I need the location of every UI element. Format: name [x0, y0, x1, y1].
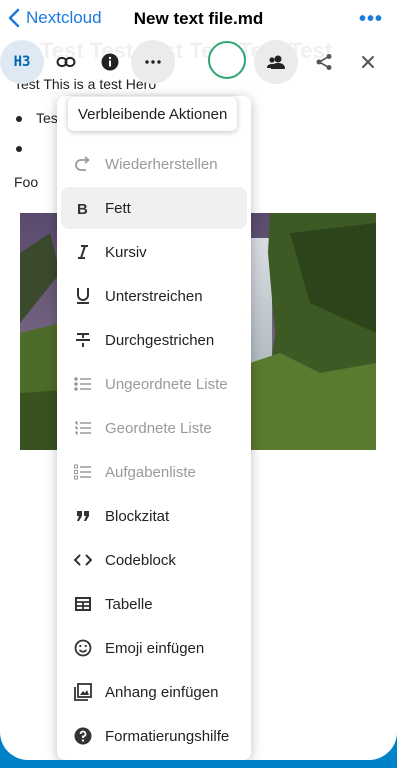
- bullet-list-icon: [61, 376, 105, 392]
- remaining-actions-tooltip: Verbleibende Aktionen: [68, 97, 238, 131]
- menu-item-help[interactable]: Formatierungshilfe: [61, 715, 247, 757]
- nav-bar: Nextcloud New text file.md •••: [0, 0, 397, 40]
- code-icon: [61, 553, 105, 567]
- menu-item-label: Durchgestrichen: [105, 331, 215, 349]
- menu-item-label: Kursiv: [105, 243, 147, 261]
- menu-item-label: Ungeordnete Liste: [105, 375, 228, 393]
- menu-item-bold[interactable]: B Fett: [61, 187, 247, 229]
- menu-item-code[interactable]: Codeblock: [61, 539, 247, 581]
- close-button[interactable]: [346, 40, 390, 84]
- menu-item-underline[interactable]: Unterstreichen: [61, 275, 247, 317]
- svg-text:B: B: [77, 201, 88, 216]
- menu-item-label: Unterstreichen: [105, 287, 203, 305]
- redo-icon: [61, 156, 105, 172]
- list-item: [16, 140, 36, 156]
- list-item-text: Tes: [36, 110, 58, 126]
- strikethrough-icon: [61, 332, 105, 348]
- menu-item-label: Aufgabenliste: [105, 463, 196, 481]
- bullet-dot: [16, 116, 22, 123]
- heading-button[interactable]: H3: [0, 40, 44, 84]
- editor-toolbar: H3: [0, 40, 397, 84]
- bullet-dot: [16, 146, 22, 153]
- image-icon: [61, 683, 105, 701]
- more-options-button[interactable]: •••: [359, 8, 383, 31]
- close-icon: [362, 56, 374, 68]
- list-item: Tes: [16, 110, 58, 126]
- editor-screen: Test Test Test Test Test Test Test This …: [0, 0, 397, 760]
- menu-item-redo[interactable]: Wiederherstellen: [61, 143, 247, 185]
- ellipsis-icon: [145, 60, 161, 64]
- remaining-actions-menu: Wiederherstellen B Fett Kursiv Unterstreiche…: [57, 96, 251, 760]
- collaborators-button[interactable]: [254, 40, 298, 84]
- menu-item-bullet-list[interactable]: Ungeordnete Liste: [61, 363, 247, 405]
- page-title: New text file.md: [133, 9, 264, 28]
- avatar[interactable]: [208, 41, 246, 79]
- underline-icon: [61, 287, 105, 305]
- menu-item-label: Blockzitat: [105, 507, 170, 525]
- menu-item-task-list[interactable]: Aufgabenliste: [61, 451, 247, 493]
- menu-item-label: Wiederherstellen: [105, 155, 218, 173]
- bottom-bar: [0, 760, 397, 768]
- link-button[interactable]: [44, 40, 88, 84]
- table-icon: [61, 597, 105, 611]
- info-icon: [101, 53, 119, 71]
- menu-item-label: Codeblock: [105, 551, 176, 569]
- menu-item-label: Anhang einfügen: [105, 683, 219, 701]
- menu-item-emoji[interactable]: Emoji einfügen: [61, 627, 247, 669]
- italic-icon: [61, 244, 105, 260]
- info-button[interactable]: [88, 40, 132, 84]
- link-icon: [56, 57, 76, 67]
- users-icon: [267, 55, 285, 69]
- menu-item-label: Fett: [105, 199, 131, 217]
- menu-item-label: Formatierungshilfe: [105, 727, 230, 745]
- menu-item-label: Geordnete Liste: [105, 419, 212, 437]
- menu-item-image[interactable]: Anhang einfügen: [61, 671, 247, 713]
- bold-icon: B: [61, 200, 105, 216]
- remaining-actions-button[interactable]: [131, 40, 175, 84]
- menu-item-numbered-list[interactable]: Geordnete Liste: [61, 407, 247, 449]
- quote-icon: [61, 510, 105, 522]
- menu-item-italic[interactable]: Kursiv: [61, 231, 247, 273]
- numbered-list-icon: [61, 420, 105, 436]
- menu-item-label: Emoji einfügen: [105, 639, 205, 657]
- menu-item-table[interactable]: Tabelle: [61, 583, 247, 625]
- menu-item-quote[interactable]: Blockzitat: [61, 495, 247, 537]
- share-button[interactable]: [302, 40, 346, 84]
- paragraph-foo: Foo: [14, 174, 39, 190]
- menu-item-label: Tabelle: [105, 595, 153, 613]
- emoji-icon: [61, 639, 105, 657]
- share-icon: [316, 54, 332, 70]
- task-list-icon: [61, 464, 105, 480]
- help-icon: [61, 727, 105, 745]
- menu-item-strikethrough[interactable]: Durchgestrichen: [61, 319, 247, 361]
